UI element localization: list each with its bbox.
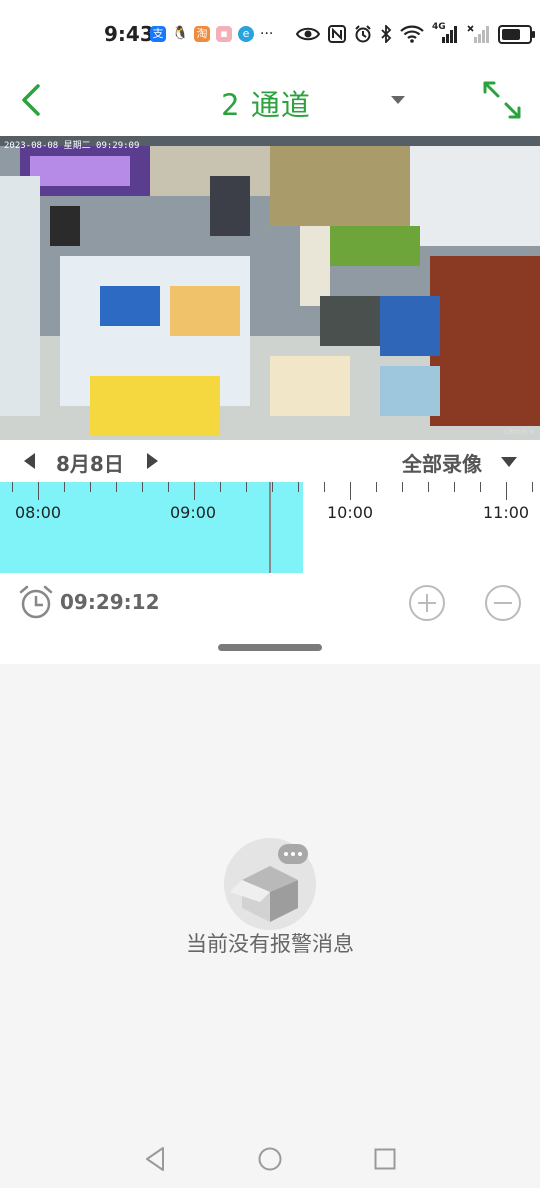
- battery-level: [502, 28, 520, 40]
- timeline-tick: [194, 482, 195, 500]
- channel-dropdown-icon[interactable]: [390, 94, 406, 106]
- previous-day-icon[interactable]: [22, 452, 36, 470]
- timeline-tick: [90, 482, 91, 492]
- wifi-icon: [400, 25, 424, 43]
- timeline-tick: [298, 482, 299, 492]
- nav-back-icon[interactable]: [144, 1146, 166, 1172]
- timeline-tick: [532, 482, 533, 492]
- timeline-tick: [272, 482, 273, 492]
- playback-timeline[interactable]: 08:00 09:00 10:00 11:00: [0, 482, 540, 574]
- date-navigation: 8月8日 全部录像: [0, 440, 540, 482]
- camera-frame-image: [0, 136, 540, 440]
- alarm-icon: [355, 25, 371, 43]
- timeline-tick: [12, 482, 13, 492]
- app-icon: ▪: [216, 26, 232, 42]
- bluetooth-icon: [381, 25, 392, 43]
- zoom-in-icon[interactable]: [408, 584, 446, 622]
- current-playback-time: 09:29:12: [60, 590, 160, 614]
- qq-icon: 🐧: [172, 26, 189, 42]
- video-player[interactable]: 2023-08-08 星期二 09:29:09 camera: [0, 136, 540, 440]
- empty-box-icon: [224, 838, 316, 930]
- timeline-tick: [376, 482, 377, 492]
- timeline-tick: [454, 482, 455, 492]
- timeline-tick: [142, 482, 143, 492]
- eye-icon: [296, 27, 320, 41]
- timeline-label: 10:00: [327, 503, 374, 522]
- timeline-tick: [480, 482, 481, 492]
- next-day-icon[interactable]: [146, 452, 160, 470]
- playback-controls: 09:29:12: [0, 574, 540, 664]
- app-icon: e: [238, 26, 254, 42]
- notification-icons: 支 🐧 淘 ▪ e ···: [150, 24, 273, 44]
- current-date[interactable]: 8月8日: [56, 448, 124, 477]
- header: 2 通道: [0, 68, 540, 136]
- video-timestamp-overlay: 2023-08-08 星期二 09:29:09: [4, 141, 140, 151]
- timeline-tick: [506, 482, 507, 500]
- timeline-tick: [220, 482, 221, 492]
- timeline-tick: [246, 482, 247, 492]
- timeline-label: 08:00: [15, 503, 62, 522]
- nav-home-icon[interactable]: [258, 1147, 282, 1171]
- recorded-segment: [0, 482, 303, 573]
- system-status-icons: 4G: [296, 22, 535, 46]
- signal-icon: 4G: [432, 22, 458, 44]
- playback-cursor[interactable]: [269, 482, 271, 573]
- timeline-tick: [350, 482, 351, 500]
- zoom-out-icon[interactable]: [484, 584, 522, 622]
- nfc-icon: [328, 25, 346, 43]
- fullscreen-icon[interactable]: [480, 78, 524, 122]
- timeline-tick: [64, 482, 65, 492]
- timeline-label: 09:00: [170, 503, 217, 522]
- channel-title[interactable]: 2 通道: [0, 82, 532, 124]
- record-type-select[interactable]: 全部录像: [402, 448, 482, 477]
- camera-watermark: camera: [503, 427, 534, 436]
- empty-alarm-message: 当前没有报警消息: [186, 932, 354, 956]
- battery-icon: [498, 24, 535, 44]
- timeline-tick: [168, 482, 169, 492]
- system-navigation-bar: [0, 1128, 540, 1188]
- timeline-tick: [116, 482, 117, 492]
- nav-recent-apps-icon[interactable]: [374, 1148, 396, 1170]
- status-bar: 9:43 支 🐧 淘 ▪ e ··· 4G: [0, 0, 540, 68]
- timeline-label: 11:00: [483, 503, 530, 522]
- record-type-dropdown-icon[interactable]: [500, 456, 518, 468]
- alarm-clock-icon: [19, 585, 53, 619]
- app-icon: 淘: [194, 26, 210, 42]
- more-notifications-icon: ···: [260, 26, 274, 42]
- timeline-tick: [324, 482, 325, 492]
- status-time: 9:43: [104, 22, 154, 46]
- alipay-icon: 支: [150, 26, 166, 42]
- timeline-tick: [38, 482, 39, 500]
- timeline-tick: [402, 482, 403, 492]
- signal-off-icon: [467, 25, 489, 43]
- timeline-tick: [428, 482, 429, 492]
- drag-handle[interactable]: [218, 644, 322, 651]
